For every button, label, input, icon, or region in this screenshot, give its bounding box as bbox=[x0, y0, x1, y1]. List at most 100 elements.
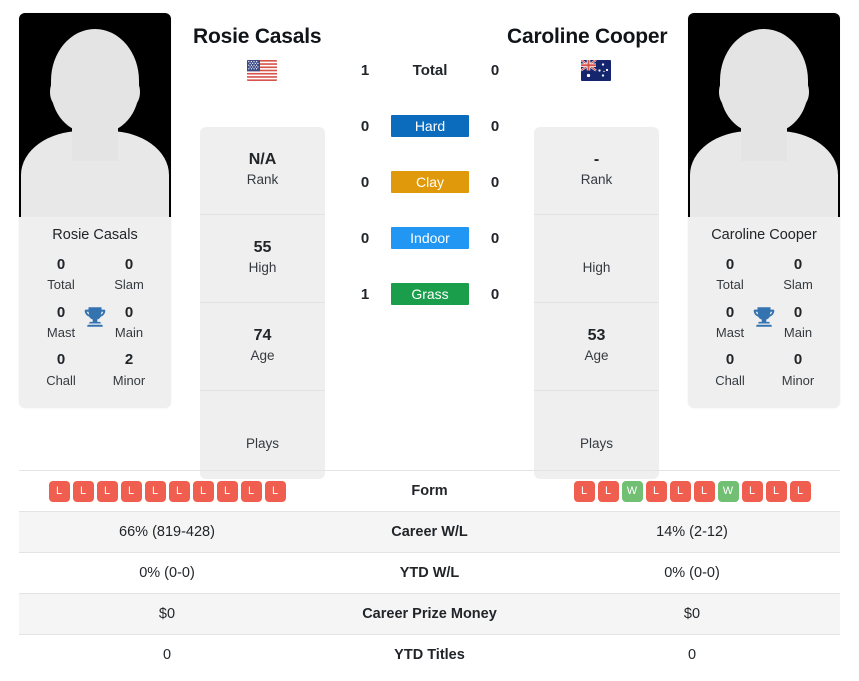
surface-badge-grass[interactable]: Grass bbox=[391, 283, 469, 305]
surface-badge-indoor[interactable]: Indoor bbox=[391, 227, 469, 249]
stat-total-left: 0 Total bbox=[19, 253, 95, 295]
info-value: 74 bbox=[253, 327, 272, 345]
form-badge-win[interactable]: W bbox=[717, 480, 739, 502]
us-flag-icon bbox=[247, 60, 277, 81]
h2h-total-left-value: 1 bbox=[360, 62, 370, 79]
form-badge-loss[interactable]: L bbox=[597, 480, 619, 502]
row-label: Career Prize Money bbox=[362, 606, 497, 622]
info-value: - bbox=[593, 151, 600, 169]
titles-row: 0 Chall 0 Minor bbox=[688, 346, 840, 394]
form-badge-loss[interactable]: L bbox=[669, 480, 691, 502]
h2h-row-total: 1 Total 0 bbox=[340, 56, 520, 112]
row-label: Form bbox=[411, 483, 448, 499]
form-badge-loss[interactable]: L bbox=[96, 480, 118, 502]
trophy-icon bbox=[753, 306, 775, 327]
surface-badge-clay[interactable]: Clay bbox=[391, 171, 469, 193]
h2h-grass-left-value: 1 bbox=[360, 286, 370, 303]
info-rank-left: N/A Rank bbox=[200, 127, 325, 215]
h2h-indoor-left-value: 0 bbox=[360, 230, 370, 247]
stat-label: Minor bbox=[781, 372, 815, 388]
player-name-right[interactable]: Caroline Cooper bbox=[507, 25, 668, 49]
info-age-left: 74 Age bbox=[200, 303, 325, 391]
stat-minor-left: 2 Minor bbox=[95, 348, 171, 390]
stat-chall-left: 0 Chall bbox=[19, 348, 95, 390]
form-strip-right: LLWLLLWLLL bbox=[544, 480, 840, 502]
form-badge-loss[interactable]: L bbox=[120, 480, 142, 502]
stat-value: 0 bbox=[56, 255, 66, 273]
titles-grid-right: 0 Total 0 Slam 0 Mast 0 Main 0 Chall 0 M… bbox=[688, 251, 840, 408]
info-panel-right: - Rank High 53 Age Plays bbox=[534, 127, 659, 479]
stat-label: Chall bbox=[715, 372, 745, 388]
info-label: Rank bbox=[580, 172, 613, 188]
h2h-comparison-page: Rosie Casals 0 Total 0 Slam 0 Mast 0 Mai… bbox=[0, 0, 859, 681]
player-card-name-right: Caroline Cooper bbox=[711, 227, 817, 243]
stat-label: Total bbox=[716, 277, 744, 293]
player-card-right[interactable]: Caroline Cooper 0 Total 0 Slam 0 Mast 0 … bbox=[688, 13, 840, 409]
form-left: LLLLLLLLLL bbox=[19, 471, 315, 512]
info-high-left: 55 High bbox=[200, 215, 325, 303]
form-badge-loss[interactable]: L bbox=[765, 480, 787, 502]
stat-total-right: 0 Total bbox=[688, 253, 764, 295]
stat-label: Slam bbox=[783, 277, 813, 293]
info-label: Plays bbox=[579, 436, 613, 452]
table-row: LLLLLLLLLL Form LLWLLLWLLL bbox=[19, 470, 840, 512]
form-badge-win[interactable]: W bbox=[621, 480, 643, 502]
titles-row: 0 Total 0 Slam bbox=[688, 251, 840, 299]
h2h-grass-right-value: 0 bbox=[490, 286, 500, 303]
form-badge-loss[interactable]: L bbox=[48, 480, 70, 502]
stat-value: 2 bbox=[124, 351, 134, 369]
player-name-left[interactable]: Rosie Casals bbox=[193, 25, 322, 49]
stat-value: 0 bbox=[793, 255, 803, 273]
ytd-wl-right: 0% (0-0) bbox=[664, 565, 720, 581]
career-wl-right: 14% (2-12) bbox=[656, 524, 728, 540]
form-badge-loss[interactable]: L bbox=[144, 480, 166, 502]
titles-row: 0 Chall 2 Minor bbox=[19, 346, 171, 394]
stat-label: Minor bbox=[112, 372, 146, 388]
head-to-head-column: 1 Total 0 0 Hard 0 0 Clay 0 0 Indoor 0 1 bbox=[340, 56, 520, 336]
titles-row: 0 Mast 0 Main bbox=[19, 299, 171, 347]
form-badge-loss[interactable]: L bbox=[693, 480, 715, 502]
h2h-hard-left-value: 0 bbox=[360, 118, 370, 135]
info-label: Plays bbox=[245, 436, 279, 452]
h2h-row-clay: 0 Clay 0 bbox=[340, 168, 520, 224]
info-label: High bbox=[582, 259, 611, 275]
stat-slam-right: 0 Slam bbox=[764, 253, 840, 295]
form-badge-loss[interactable]: L bbox=[573, 480, 595, 502]
form-badge-loss[interactable]: L bbox=[240, 480, 262, 502]
h2h-total-label: Total bbox=[412, 62, 448, 79]
stat-value: 0 bbox=[725, 351, 735, 369]
form-badge-loss[interactable]: L bbox=[192, 480, 214, 502]
info-value: 55 bbox=[253, 239, 272, 257]
surface-badge-hard[interactable]: Hard bbox=[391, 115, 469, 137]
table-row: 0% (0-0) YTD W/L 0% (0-0) bbox=[19, 552, 840, 594]
form-badge-loss[interactable]: L bbox=[72, 480, 94, 502]
player-photo-left bbox=[19, 13, 171, 217]
career-prize-money-right: $0 bbox=[683, 606, 701, 622]
players-overview: Rosie Casals 0 Total 0 Slam 0 Mast 0 Mai… bbox=[0, 0, 859, 479]
info-label: High bbox=[248, 260, 277, 276]
stat-slam-left: 0 Slam bbox=[95, 253, 171, 295]
ytd-wl-left: 0% (0-0) bbox=[139, 565, 195, 581]
career-prize-money-left: $0 bbox=[158, 606, 176, 622]
h2h-row-hard: 0 Hard 0 bbox=[340, 112, 520, 168]
form-badge-loss[interactable]: L bbox=[741, 480, 763, 502]
row-label: YTD Titles bbox=[394, 647, 465, 663]
ytd-titles-right: 0 bbox=[687, 647, 697, 663]
h2h-row-grass: 1 Grass 0 bbox=[340, 280, 520, 336]
table-row: 66% (819-428) Career W/L 14% (2-12) bbox=[19, 511, 840, 553]
info-age-right: 53 Age bbox=[534, 303, 659, 391]
info-plays-left: Plays bbox=[200, 391, 325, 479]
form-badge-loss[interactable]: L bbox=[264, 480, 286, 502]
form-badge-loss[interactable]: L bbox=[789, 480, 811, 502]
h2h-indoor-right-value: 0 bbox=[490, 230, 500, 247]
form-badge-loss[interactable]: L bbox=[216, 480, 238, 502]
info-rank-right: - Rank bbox=[534, 127, 659, 215]
table-row: 0 YTD Titles 0 bbox=[19, 634, 840, 676]
form-badge-loss[interactable]: L bbox=[645, 480, 667, 502]
form-badge-loss[interactable]: L bbox=[168, 480, 190, 502]
table-row: $0 Career Prize Money $0 bbox=[19, 593, 840, 635]
player-photo-right bbox=[688, 13, 840, 217]
player-card-left[interactable]: Rosie Casals 0 Total 0 Slam 0 Mast 0 Mai… bbox=[19, 13, 171, 409]
h2h-row-indoor: 0 Indoor 0 bbox=[340, 224, 520, 280]
player-card-name-left: Rosie Casals bbox=[52, 227, 138, 243]
